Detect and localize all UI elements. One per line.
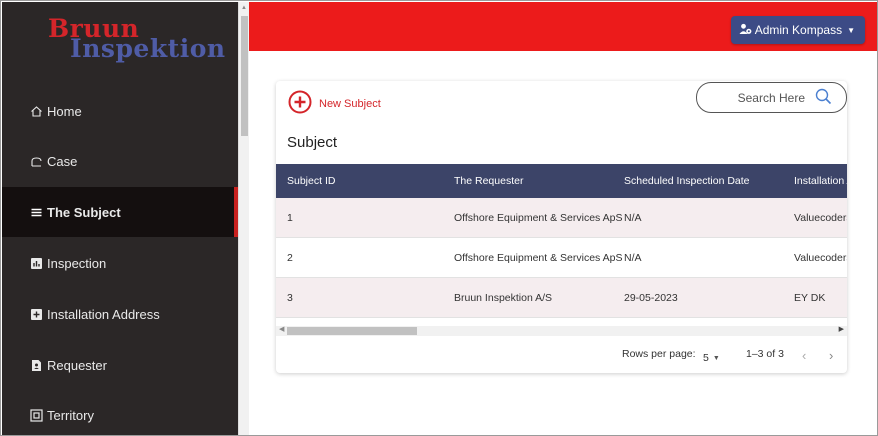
cell-scheduled-date: N/A — [624, 211, 642, 224]
scroll-left-arrow-icon[interactable]: ◀ — [279, 325, 284, 333]
column-header-subject-id[interactable]: Subject ID — [287, 164, 335, 198]
home-icon — [29, 104, 43, 118]
rows-per-page-label: Rows per page: — [622, 348, 696, 360]
new-subject-label: New Subject — [319, 97, 381, 110]
cell-requester: Bruun Inspektion A/S — [454, 291, 553, 304]
search-input[interactable]: Search Here — [696, 82, 847, 113]
top-bar: Admin Kompass ▼ — [249, 2, 877, 51]
sidebar-scrollbar[interactable]: ▲ — [238, 2, 249, 435]
logo-text-line2: Inspektion — [70, 34, 226, 63]
sidebar-item-label: The Subject — [47, 204, 121, 220]
sidebar-item-inspection[interactable]: Inspection — [2, 238, 238, 288]
user-icon — [739, 23, 752, 38]
sidebar-item-label: Installation Address — [47, 306, 160, 322]
sidebar-item-installation-address[interactable]: Installation Address — [2, 289, 238, 339]
sidebar-item-requester[interactable]: Requester — [2, 340, 238, 390]
sidebar-item-the-subject[interactable]: The Subject — [2, 187, 238, 237]
cell-scheduled-date: N/A — [624, 251, 642, 264]
user-menu-button[interactable]: Admin Kompass ▼ — [730, 16, 865, 44]
cell-installation-address: Valuecoders — [794, 251, 847, 264]
sidebar-item-label: Case — [47, 153, 78, 169]
cell-subject-id: 3 — [287, 291, 293, 304]
table-pagination: Rows per page: 5 ▼ 1–3 of 3 ‹ › — [276, 344, 847, 368]
inspection-icon — [29, 256, 43, 270]
app-frame: Bruun Inspektion Home Case The Subject I… — [0, 0, 878, 436]
table-title: Subject — [287, 134, 338, 151]
sidebar-item-label: Territory — [47, 407, 94, 423]
column-header-requester[interactable]: The Requester — [454, 164, 523, 198]
column-header-scheduled-date[interactable]: Scheduled Inspection Date — [624, 164, 750, 198]
brand-logo[interactable]: Bruun Inspektion — [2, 2, 238, 72]
cell-scheduled-date: 29-05-2023 — [624, 291, 678, 304]
pagination-range: 1–3 of 3 — [746, 348, 784, 360]
address-icon — [29, 307, 43, 321]
cell-subject-id: 1 — [287, 211, 293, 224]
user-name: Admin Kompass — [754, 23, 843, 37]
case-icon — [29, 154, 43, 168]
requester-icon — [29, 358, 43, 372]
sidebar-item-home[interactable]: Home — [2, 86, 238, 136]
subject-table: Subject ID The Requester Scheduled Inspe… — [276, 164, 847, 318]
rows-per-page-select[interactable]: 5 ▼ — [703, 352, 720, 364]
horizontal-scrollbar-thumb[interactable] — [287, 327, 417, 335]
table-row[interactable]: 3 Bruun Inspektion A/S 29-05-2023 EY DK — [276, 278, 847, 318]
search-icon[interactable] — [815, 88, 832, 108]
territory-icon — [29, 408, 43, 422]
cell-requester: Offshore Equipment & Services ApS — [454, 251, 623, 264]
table-row[interactable]: 1 Offshore Equipment & Services ApS N/A … — [276, 198, 847, 238]
sidebar-item-label: Home — [47, 103, 82, 119]
sidebar: Bruun Inspektion Home Case The Subject I… — [2, 2, 238, 435]
next-page-icon[interactable]: › — [829, 348, 833, 363]
select-caret-icon: ▼ — [712, 354, 720, 362]
rows-per-page-value: 5 — [703, 352, 709, 364]
cell-installation-address: Valuecoders — [794, 211, 847, 224]
sidebar-scrollbar-thumb[interactable] — [241, 16, 248, 136]
caret-down-icon: ▼ — [847, 25, 855, 35]
sidebar-item-label: Requester — [47, 357, 107, 373]
list-icon — [29, 205, 43, 219]
cell-installation-address: EY DK — [794, 291, 826, 304]
add-circle-icon — [288, 90, 312, 117]
cell-requester: Offshore Equipment & Services ApS — [454, 211, 623, 224]
scroll-right-arrow-icon[interactable]: ▶ — [839, 325, 844, 333]
cell-subject-id: 2 — [287, 251, 293, 264]
search-placeholder: Search Here — [737, 90, 805, 105]
column-header-installation-address[interactable]: Installation A — [794, 164, 847, 198]
subject-card: New Subject Search Here Subject Subject … — [276, 81, 847, 373]
scroll-up-arrow-icon[interactable]: ▲ — [241, 5, 247, 11]
sidebar-item-case[interactable]: Case — [2, 136, 238, 186]
previous-page-icon[interactable]: ‹ — [802, 348, 806, 363]
sidebar-item-label: Inspection — [47, 255, 107, 271]
new-subject-button[interactable]: New Subject — [288, 90, 381, 117]
table-row[interactable]: 2 Offshore Equipment & Services ApS N/A … — [276, 238, 847, 278]
table-header-row: Subject ID The Requester Scheduled Inspe… — [276, 164, 847, 198]
table-horizontal-scrollbar[interactable]: ◀ ▶ — [276, 326, 847, 336]
sidebar-item-territory[interactable]: Territory — [2, 390, 238, 435]
